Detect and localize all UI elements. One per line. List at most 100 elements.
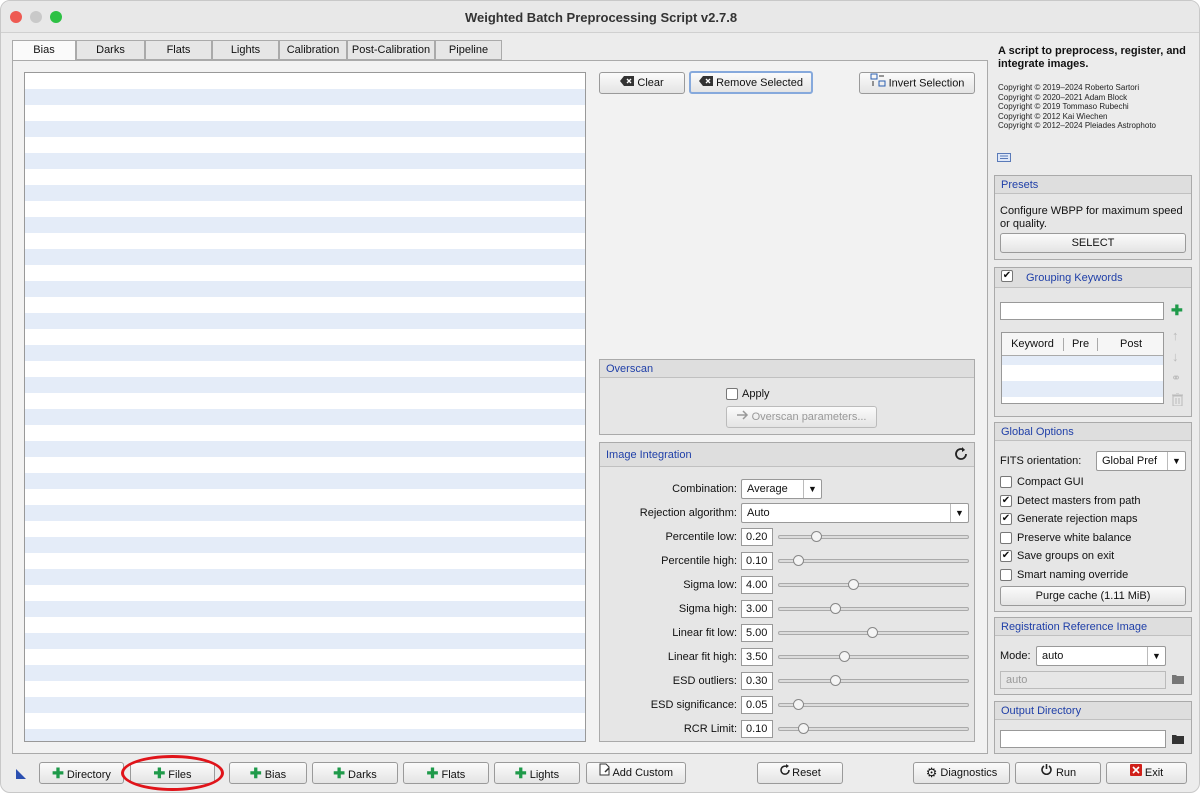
overscan-apply-checkbox[interactable] [726,388,738,400]
highlight-circle [121,755,224,791]
trash-icon[interactable] [1172,392,1183,409]
slider-handle[interactable] [798,723,810,734]
reset-icon [779,763,792,783]
global-options-title: Global Options [995,423,1191,441]
chevron-down-icon: ▼ [803,480,821,498]
purge-cache-button[interactable]: Purge cache (1.11 MiB) [1000,586,1186,606]
rejection-algorithm-select[interactable]: Auto ▼ [741,503,969,523]
column-keyword[interactable]: Keyword [1002,338,1064,351]
plus-icon: ✚ [249,765,262,781]
param-label: Percentile low: [665,531,737,543]
param-value-input[interactable]: 0.10 [741,720,773,738]
param-value-input[interactable]: 3.50 [741,648,773,666]
folder-icon[interactable] [1172,674,1184,687]
param-label: Linear fit low: [672,627,737,639]
arrow-down-icon[interactable]: ↓ [1172,349,1179,364]
document-icon [599,763,610,783]
reset-integration-icon[interactable] [952,445,970,466]
add-custom-button[interactable]: Add Custom [586,762,686,784]
param-value-input[interactable]: 3.00 [741,600,773,618]
plus-icon: ✚ [426,765,439,781]
exit-button[interactable]: Exit [1106,762,1187,784]
overscan-parameters-button[interactable]: Overscan parameters... [726,406,877,428]
output-directory-title: Output Directory [995,702,1191,720]
window-title: Weighted Batch Preprocessing Script v2.7… [464,10,738,25]
param-slider[interactable] [778,603,969,614]
param-value-input[interactable]: 5.00 [741,624,773,642]
slider-handle[interactable] [848,579,859,590]
param-slider[interactable] [778,651,969,662]
param-value-input[interactable]: 4.00 [741,576,773,594]
param-value-input[interactable]: 0.30 [741,672,773,690]
tab-post-calibration[interactable]: Post-Calibration [347,40,435,60]
file-list[interactable] [24,72,586,742]
param-label: ESD outliers: [672,675,737,687]
presets-select-button[interactable]: SELECT [1000,233,1186,253]
reset-button[interactable]: Reset [757,762,843,784]
tab-darks[interactable]: Darks [76,40,145,60]
add-darks-button[interactable]: ✚ Darks [312,762,398,784]
power-icon [1040,763,1053,783]
chat-icon[interactable] [997,153,1011,167]
mode-select[interactable]: auto ▼ [1036,646,1166,666]
add-flats-button[interactable]: ✚ Flats [403,762,489,784]
rejection-algorithm-label: Rejection algorithm: [639,507,737,519]
param-slider[interactable] [778,699,969,710]
param-value-input[interactable]: 0.05 [741,696,773,714]
mode-label: Mode: [1000,650,1031,662]
grouping-keywords-checkbox[interactable]: ✔ [1001,270,1013,282]
add-lights-button[interactable]: ✚ Lights [494,762,580,784]
add-bias-button[interactable]: ✚ Bias [229,762,307,784]
add-keyword-icon[interactable]: ✚ [1171,302,1183,319]
run-button[interactable]: Run [1015,762,1101,784]
param-slider[interactable] [778,579,969,590]
param-slider[interactable] [778,723,969,734]
param-label: Sigma high: [678,603,737,615]
output-directory-input[interactable] [1000,730,1166,748]
option-checkbox[interactable] [1000,476,1012,488]
option-checkbox[interactable]: ✔ [1000,550,1012,562]
slider-handle[interactable] [838,651,850,662]
slider-handle[interactable] [811,531,822,542]
param-value-input[interactable]: 0.10 [741,552,773,570]
param-value-input[interactable]: 0.20 [741,528,773,546]
slider-handle[interactable] [829,675,841,686]
param-slider[interactable] [778,675,969,686]
reference-image-field[interactable]: auto [1000,671,1166,689]
invert-selection-button[interactable]: Invert Selection [859,72,975,94]
arrow-up-icon[interactable]: ↑ [1172,328,1179,343]
clear-button[interactable]: Clear [599,72,685,94]
combination-select[interactable]: Average ▼ [741,479,822,499]
param-slider[interactable] [778,627,969,638]
slider-handle[interactable] [792,699,804,710]
add-directory-button[interactable]: ✚ Directory [39,762,124,784]
param-slider[interactable] [778,555,969,566]
plus-icon: ✚ [333,765,345,781]
column-pre[interactable]: Pre [1064,338,1098,351]
tab-bias[interactable]: Bias [12,40,76,61]
fits-orientation-select[interactable]: Global Pref ▼ [1096,451,1186,471]
param-slider[interactable] [778,531,969,542]
keyword-input[interactable] [1000,302,1164,320]
slider-handle[interactable] [829,603,841,614]
tab-pipeline[interactable]: Pipeline [435,40,502,60]
copyright-line: Copyright © 2019 Tommaso Rubechi [998,102,1129,111]
option-checkbox[interactable] [1000,531,1012,544]
slider-handle[interactable] [866,627,878,638]
keyword-table[interactable]: Keyword Pre Post [1001,332,1164,404]
diagnostics-button[interactable]: ⚙ Diagnostics [913,762,1010,784]
slider-handle[interactable] [792,555,804,566]
tab-lights[interactable]: Lights [212,40,279,60]
plus-icon: ✚ [52,765,64,781]
remove-selected-button[interactable]: Remove Selected [689,71,813,94]
exit-icon [1129,763,1142,783]
tab-calibration[interactable]: Calibration [279,40,347,60]
option-label: Save groups on exit [1017,550,1115,562]
option-checkbox[interactable]: ✔ [1000,494,1012,507]
tab-flats[interactable]: Flats [145,40,212,60]
option-checkbox[interactable]: ✔ [1000,513,1012,525]
column-post[interactable]: Post [1098,338,1164,350]
folder-icon[interactable] [1172,734,1184,747]
option-checkbox[interactable] [1000,568,1012,581]
link-icon[interactable]: ⚭ [1171,371,1181,385]
